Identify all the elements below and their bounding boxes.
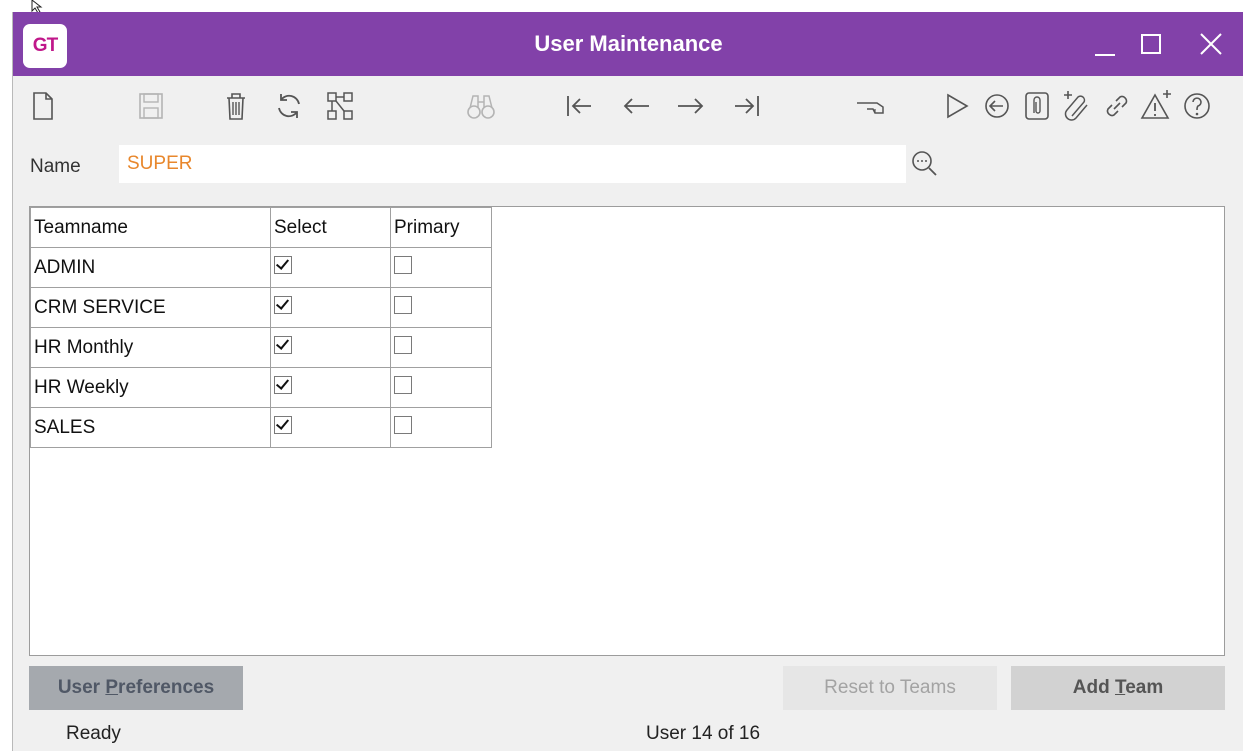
add-team-label-start: Add bbox=[1072, 677, 1115, 698]
add-team-label-end: eam bbox=[1125, 677, 1164, 698]
user-preferences-label-end: references bbox=[118, 677, 215, 698]
help-icon[interactable] bbox=[1179, 88, 1215, 124]
user-preferences-accelerator: P bbox=[105, 677, 119, 698]
column-header-primary[interactable]: Primary bbox=[390, 207, 492, 248]
find-icon[interactable] bbox=[463, 88, 499, 124]
add-alert-icon[interactable] bbox=[1139, 88, 1175, 124]
table-row[interactable]: ADMIN bbox=[30, 247, 492, 288]
table-row[interactable]: SALES bbox=[30, 407, 492, 448]
add-team-accelerator: T bbox=[1114, 677, 1126, 698]
record-position: User 14 of 16 bbox=[646, 723, 761, 744]
primary-cell bbox=[390, 247, 492, 288]
select-cell bbox=[270, 407, 391, 448]
primary-checkbox[interactable] bbox=[394, 256, 412, 275]
new-document-icon[interactable] bbox=[25, 88, 61, 124]
table-row[interactable]: HR Monthly bbox=[30, 327, 492, 368]
select-checkbox[interactable] bbox=[274, 416, 292, 435]
next-record-icon[interactable] bbox=[672, 88, 708, 124]
close-icon[interactable] bbox=[1193, 26, 1229, 62]
select-cell bbox=[270, 327, 391, 368]
primary-cell bbox=[390, 287, 492, 328]
user-preferences-label-start: User bbox=[57, 677, 106, 698]
minimize-icon[interactable] bbox=[1087, 26, 1123, 62]
primary-checkbox[interactable] bbox=[394, 376, 412, 395]
teamname-cell[interactable]: SALES bbox=[30, 407, 271, 448]
primary-checkbox[interactable] bbox=[394, 296, 412, 315]
previous-record-icon[interactable] bbox=[619, 88, 655, 124]
lookup-icon[interactable] bbox=[906, 146, 942, 182]
user-preferences-button[interactable]: User Preferences bbox=[29, 666, 243, 710]
first-record-icon[interactable] bbox=[561, 88, 597, 124]
teams-grid: Teamname Select Primary ADMIN CRM SERVIC… bbox=[29, 206, 1225, 656]
select-checkbox[interactable] bbox=[274, 376, 292, 395]
primary-cell bbox=[390, 327, 492, 368]
reset-to-teams-button[interactable]: Reset to Teams bbox=[783, 666, 997, 710]
delete-icon[interactable] bbox=[218, 88, 254, 124]
add-team-button[interactable]: Add Team bbox=[1011, 666, 1225, 710]
column-header-select[interactable]: Select bbox=[270, 207, 391, 248]
teams-table: Teamname Select Primary ADMIN CRM SERVIC… bbox=[30, 207, 492, 448]
select-checkbox[interactable] bbox=[274, 256, 292, 275]
column-header-teamname[interactable]: Teamname bbox=[30, 207, 271, 248]
primary-cell bbox=[390, 367, 492, 408]
hand-pointer-icon[interactable] bbox=[853, 88, 889, 124]
select-cell bbox=[270, 247, 391, 288]
window-title: User Maintenance bbox=[534, 31, 723, 56]
select-checkbox[interactable] bbox=[274, 296, 292, 315]
link-icon[interactable] bbox=[1099, 88, 1135, 124]
teamname-cell[interactable]: ADMIN bbox=[30, 247, 271, 288]
refresh-icon[interactable] bbox=[271, 88, 307, 124]
status-text: Ready bbox=[66, 723, 121, 744]
select-cell bbox=[270, 287, 391, 328]
title-bar: GT User Maintenance bbox=[13, 12, 1243, 76]
primary-checkbox[interactable] bbox=[394, 336, 412, 355]
toolbar bbox=[13, 76, 1243, 136]
last-record-icon[interactable] bbox=[729, 88, 765, 124]
select-checkbox[interactable] bbox=[274, 336, 292, 355]
run-icon[interactable] bbox=[939, 88, 975, 124]
select-cell bbox=[270, 367, 391, 408]
name-field[interactable]: SUPER bbox=[119, 145, 906, 183]
teamname-cell[interactable]: CRM SERVICE bbox=[30, 287, 271, 328]
teamname-cell[interactable]: HR Monthly bbox=[30, 327, 271, 368]
maximize-icon[interactable] bbox=[1133, 26, 1169, 62]
name-label: Name bbox=[30, 156, 81, 177]
table-header-row: Teamname Select Primary bbox=[30, 207, 492, 248]
attachment-icon[interactable] bbox=[1019, 88, 1055, 124]
back-circle-icon[interactable] bbox=[979, 88, 1015, 124]
table-row[interactable]: HR Weekly bbox=[30, 367, 492, 408]
user-maintenance-window: GT User Maintenance Name SUPER Teamname … bbox=[12, 12, 1243, 751]
table-row[interactable]: CRM SERVICE bbox=[30, 287, 492, 328]
primary-cell bbox=[390, 407, 492, 448]
save-icon[interactable] bbox=[133, 88, 169, 124]
teamname-cell[interactable]: HR Weekly bbox=[30, 367, 271, 408]
hierarchy-icon[interactable] bbox=[322, 88, 358, 124]
primary-checkbox[interactable] bbox=[394, 416, 412, 435]
add-attachment-icon[interactable] bbox=[1059, 88, 1095, 124]
